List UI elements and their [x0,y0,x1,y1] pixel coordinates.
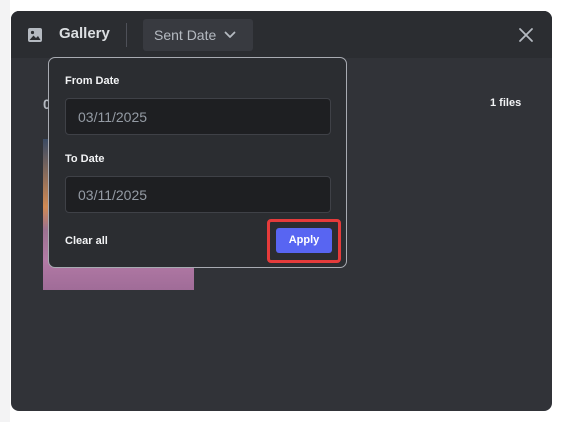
close-icon[interactable] [516,25,536,45]
apply-button[interactable]: Apply [276,228,332,253]
modal-header: Gallery Sent Date [11,11,552,58]
modal-title: Gallery [59,25,110,42]
from-date-input[interactable] [65,98,331,135]
from-date-label: From Date [65,75,120,87]
files-count: 1 files [490,97,522,109]
sort-dropdown-label: Sent Date [154,27,217,43]
to-date-label: To Date [65,153,105,165]
page-backdrop [0,0,10,422]
image-icon [28,28,42,42]
header-divider [126,23,127,47]
date-filter-popover: From Date To Date Clear all Apply [48,57,347,268]
chevron-down-icon [224,31,236,38]
sort-dropdown[interactable]: Sent Date [143,19,253,51]
clear-all-button[interactable]: Clear all [65,235,108,248]
to-date-input[interactable] [65,176,331,213]
